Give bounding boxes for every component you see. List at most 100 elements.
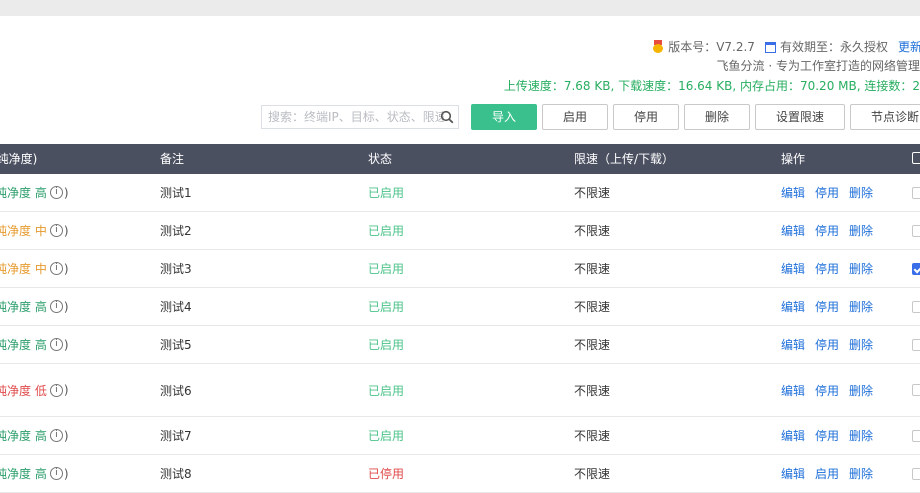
disable-button[interactable]: 停用 — [613, 104, 679, 130]
table-row: 纯净度 高 i) 测试5 已启用 不限速 编辑 停用 删除 — [0, 326, 920, 364]
node-diagnose-button[interactable]: 节点诊断 — [850, 104, 920, 130]
purity-cell: 纯净度 中 i) — [0, 212, 69, 249]
table-row: 纯净度 高 i) 测试1 已启用 不限速 编辑 停用 删除 — [0, 174, 920, 212]
delete-link[interactable]: 删除 — [849, 465, 873, 482]
purity-cell: 纯净度 高 i) — [0, 326, 69, 363]
delete-link[interactable]: 删除 — [849, 427, 873, 444]
purity-cell: 纯净度 中 i) — [0, 250, 69, 287]
top-bar — [0, 0, 920, 16]
toggle-link[interactable]: 停用 — [815, 382, 839, 399]
delete-link[interactable]: 删除 — [849, 260, 873, 277]
expiry-label: 有效期至： — [779, 40, 840, 54]
toggle-link[interactable]: 启用 — [815, 465, 839, 482]
purity-label: 纯净度 — [0, 262, 32, 276]
search-input[interactable] — [262, 106, 444, 128]
ops-cell: 编辑 停用 删除 — [781, 326, 883, 363]
ops-cell: 编辑 停用 删除 — [781, 250, 883, 287]
info-icon[interactable]: i — [49, 262, 63, 275]
row-checkbox[interactable] — [912, 384, 920, 396]
search-icon[interactable] — [440, 110, 454, 124]
note-cell: 测试8 — [160, 467, 192, 481]
purity-level: 中 — [34, 262, 47, 276]
table-row: 纯净度 高 i) 测试7 已启用 不限速 编辑 停用 删除 — [0, 417, 920, 455]
purity-level: 高 — [34, 467, 47, 481]
row-checkbox[interactable] — [912, 224, 920, 237]
delete-link[interactable]: 删除 — [849, 184, 873, 201]
expiry-value: 永久授权 — [839, 40, 888, 54]
delete-link[interactable]: 删除 — [849, 336, 873, 353]
speed-cell: 不限速 — [574, 467, 611, 481]
purity-label: 纯净度 — [0, 338, 32, 352]
status-cell: 已启用 — [368, 186, 405, 200]
purity-level: 低 — [34, 383, 47, 398]
purity-cell: 纯净度 高 i) — [0, 455, 69, 492]
ops-cell: 编辑 停用 删除 — [781, 364, 883, 416]
enable-button[interactable]: 启用 — [542, 104, 608, 130]
info-icon[interactable]: i — [49, 186, 63, 199]
edit-link[interactable]: 编辑 — [781, 260, 805, 277]
info-icon[interactable]: i — [49, 338, 63, 351]
info-icon[interactable]: i — [49, 467, 63, 480]
toggle-link[interactable]: 停用 — [815, 427, 839, 444]
purity-level: 中 — [34, 224, 47, 238]
purity-label: 纯净度 — [0, 429, 32, 443]
search-box[interactable] — [261, 105, 459, 129]
purity-cell: 纯净度 高 i) — [0, 288, 69, 325]
row-checkbox[interactable] — [912, 186, 920, 199]
edit-link[interactable]: 编辑 — [781, 336, 805, 353]
version-value: V7.2.7 — [716, 40, 755, 54]
edit-link[interactable]: 编辑 — [781, 465, 805, 482]
delete-link[interactable]: 删除 — [849, 222, 873, 239]
note-cell: 测试2 — [160, 224, 192, 238]
row-checkbox[interactable] — [912, 467, 920, 480]
toggle-link[interactable]: 停用 — [815, 336, 839, 353]
speed-cell: 不限速 — [574, 262, 611, 276]
import-button[interactable]: 导入 — [471, 104, 537, 130]
purity-level: 高 — [34, 186, 47, 200]
row-checkbox[interactable] — [912, 338, 920, 351]
note-cell: 测试5 — [160, 338, 192, 352]
purity-label: 纯净度 — [0, 467, 32, 481]
purity-label: 纯净度 — [0, 186, 32, 200]
purity-label: 纯净度 — [0, 224, 32, 238]
version-info: 版本号：V7.2.7 有效期至：永久授权 更新 — [652, 38, 920, 55]
table-row: 纯净度 中 i) 测试2 已启用 不限速 编辑 停用 删除 — [0, 212, 920, 250]
edit-link[interactable]: 编辑 — [781, 222, 805, 239]
note-cell: 测试3 — [160, 262, 192, 276]
ops-cell: 编辑 启用 删除 — [781, 455, 883, 492]
note-cell: 测试6 — [160, 383, 192, 398]
status-cell: 已启用 — [368, 300, 405, 314]
update-link[interactable]: 更新 — [898, 40, 920, 54]
toggle-link[interactable]: 停用 — [815, 184, 839, 201]
delete-button[interactable]: 删除 — [684, 104, 750, 130]
row-checkbox[interactable] — [912, 262, 920, 275]
info-icon[interactable]: i — [49, 224, 63, 237]
info-icon[interactable]: i — [49, 300, 63, 313]
status-cell: 已启用 — [368, 338, 405, 352]
delete-link[interactable]: 删除 — [849, 298, 873, 315]
toggle-link[interactable]: 停用 — [815, 260, 839, 277]
speed-cell: 不限速 — [574, 300, 611, 314]
set-limit-button[interactable]: 设置限速 — [755, 104, 845, 130]
row-checkbox[interactable] — [912, 300, 920, 313]
ops-cell: 编辑 停用 删除 — [781, 288, 883, 325]
delete-link[interactable]: 删除 — [849, 382, 873, 399]
purity-level: 高 — [34, 338, 47, 352]
note-cell: 测试1 — [160, 186, 192, 200]
info-icon[interactable]: i — [49, 429, 63, 442]
calendar-icon — [764, 42, 776, 53]
status-cell: 已启用 — [368, 383, 405, 398]
header-ops: 操作 — [781, 152, 806, 166]
ops-cell: 编辑 停用 删除 — [781, 417, 883, 454]
select-all-checkbox[interactable] — [912, 152, 920, 164]
toggle-link[interactable]: 停用 — [815, 298, 839, 315]
edit-link[interactable]: 编辑 — [781, 427, 805, 444]
speed-cell: 不限速 — [574, 186, 611, 200]
row-checkbox[interactable] — [912, 429, 920, 442]
info-icon[interactable]: i — [49, 383, 63, 397]
toggle-link[interactable]: 停用 — [815, 222, 839, 239]
edit-link[interactable]: 编辑 — [781, 184, 805, 201]
speed-cell: 不限速 — [574, 429, 611, 443]
edit-link[interactable]: 编辑 — [781, 298, 805, 315]
edit-link[interactable]: 编辑 — [781, 382, 805, 399]
